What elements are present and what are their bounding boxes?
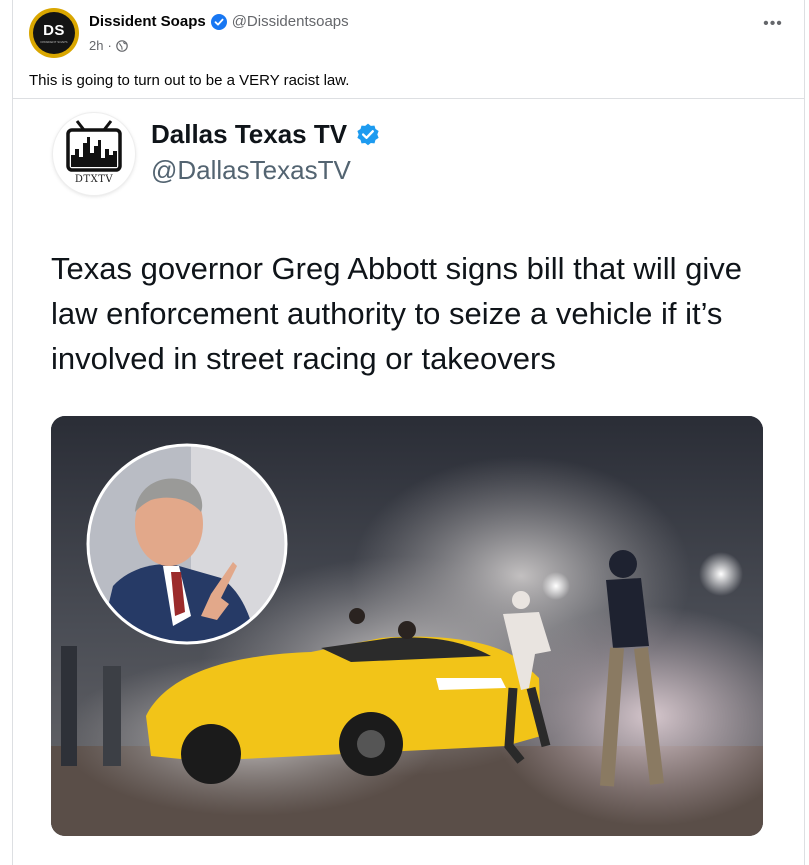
more-options-button[interactable]: •••	[757, 10, 789, 38]
tweet-author-row: Dallas Texas TV	[151, 119, 381, 150]
globe-icon[interactable]	[116, 39, 128, 52]
author-avatar[interactable]: DS DISSIDENT SOAPS	[29, 8, 79, 58]
tweet-body-text: Texas governor Greg Abbott signs bill th…	[51, 251, 742, 376]
street-takeover-photo	[51, 416, 763, 836]
tweet-author-name: Dallas Texas TV	[151, 119, 348, 149]
tweet-author-handle: @DallasTexasTV	[151, 155, 351, 185]
post-meta: 2h ·	[89, 38, 128, 53]
avatar-logo: DS DISSIDENT SOAPS	[33, 12, 75, 54]
avatar-subtext: DISSIDENT SOAPS	[40, 39, 68, 44]
author-name[interactable]: Dissident Soaps	[89, 13, 206, 30]
shared-tweet-image[interactable]: DTXTV Dallas Texas TV @DallasTexasTV Tex…	[13, 99, 804, 865]
avatar-initials: DS	[43, 21, 65, 39]
tweet-avatar-label: DTXTV	[74, 174, 114, 185]
twitter-verified-icon	[355, 122, 381, 148]
tweet-author-avatar: DTXTV	[53, 113, 135, 195]
post-card: DS DISSIDENT SOAPS Dissident Soaps @Diss…	[12, 0, 805, 865]
author-row: Dissident Soaps @Dissidentsoaps	[89, 13, 349, 30]
post-timestamp[interactable]: 2h	[89, 38, 103, 53]
post-header: DS DISSIDENT SOAPS Dissident Soaps @Diss…	[29, 8, 789, 60]
meta-separator: ·	[107, 38, 112, 53]
post-text: This is going to turn out to be a VERY r…	[29, 72, 350, 89]
author-handle[interactable]: @Dissidentsoaps	[232, 13, 349, 30]
verified-badge-icon	[210, 13, 227, 30]
